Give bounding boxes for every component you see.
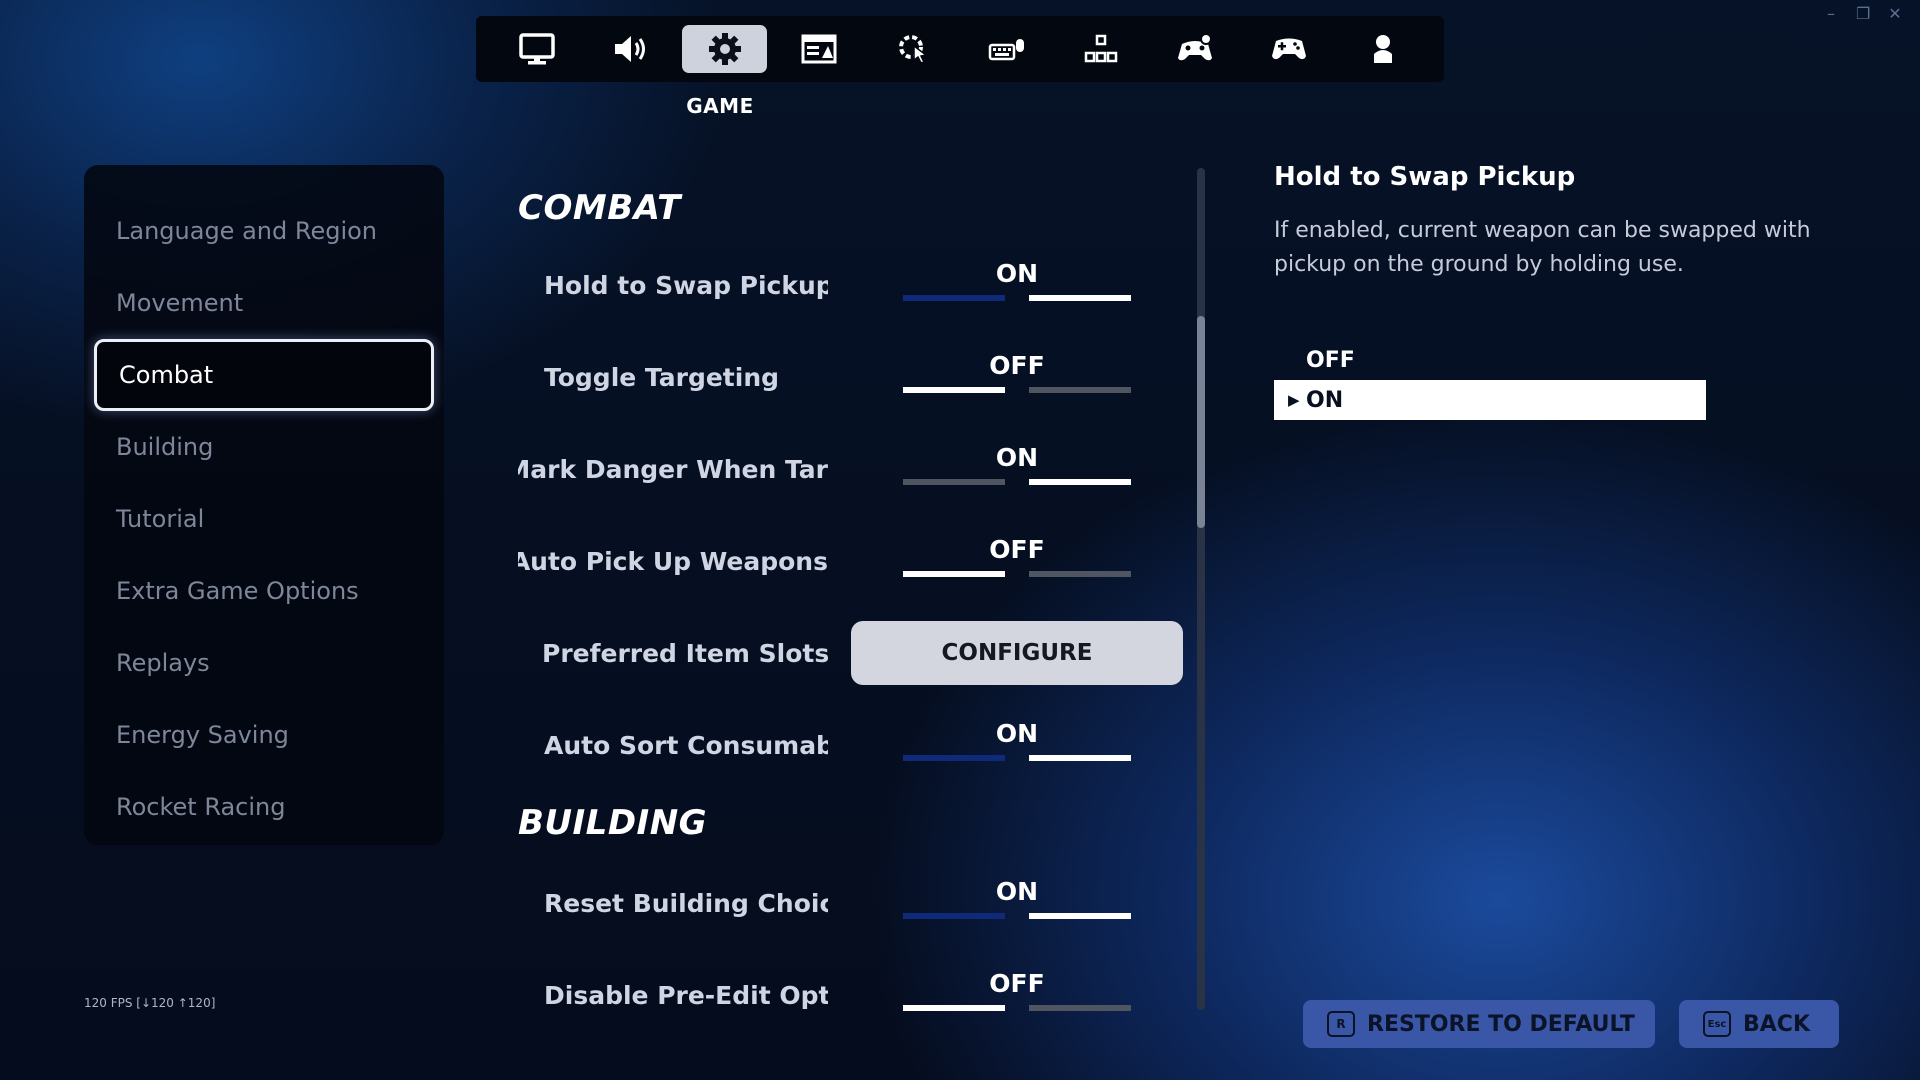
setting-toggle[interactable]: OFF <box>903 533 1131 583</box>
account-icon <box>1374 35 1393 63</box>
setting-toggle[interactable]: OFF <box>903 967 1131 1017</box>
setting-value: ON <box>995 877 1039 906</box>
setting-value: ON <box>995 719 1039 748</box>
setting-value: OFF <box>989 351 1045 380</box>
r-key-icon: R <box>1327 1011 1355 1037</box>
active-tab-caption: GAME <box>686 94 754 118</box>
settings-list: COMBAT Hold to Swap Pickup ON Toggle Tar… <box>518 165 1188 1065</box>
setting-row-disable-pre-edit[interactable]: Disable Pre-Edit Option OFF <box>518 949 1188 1041</box>
sidebar-item-combat[interactable]: Combat <box>94 339 434 411</box>
option-label: OFF <box>1306 347 1355 373</box>
setting-value: OFF <box>989 535 1045 564</box>
minimize-icon[interactable]: – <box>1824 4 1838 23</box>
setting-label: Auto Pick Up Weapons <box>518 546 828 576</box>
setting-value: OFF <box>989 969 1045 998</box>
setting-toggle[interactable]: ON <box>903 257 1131 307</box>
toggle-bars <box>903 387 1131 393</box>
selected-arrow-icon: ▶ <box>1288 391 1300 409</box>
toggle-bars <box>903 295 1131 301</box>
setting-detail-pane: Hold to Swap Pickup If enabled, current … <box>1274 162 1834 420</box>
top-nav <box>476 16 1444 82</box>
option-label: ON <box>1306 387 1344 413</box>
toggle-bars <box>903 479 1131 485</box>
keys-layout-icon <box>1084 34 1118 63</box>
setting-toggle[interactable]: ON <box>903 441 1131 491</box>
detail-description: If enabled, current weapon can be swappe… <box>1274 218 1811 277</box>
setting-toggle[interactable]: ON <box>903 875 1131 925</box>
restore-default-button[interactable]: R RESTORE TO DEFAULT <box>1303 1000 1655 1048</box>
sidebar-item-rocket-racing[interactable]: Rocket Racing <box>84 771 444 843</box>
controller-icon <box>1272 38 1307 60</box>
option-on[interactable]: ▶ ON <box>1274 380 1706 420</box>
setting-row-reset-building-choice[interactable]: Reset Building Choice ON <box>518 857 1188 949</box>
setting-label: Auto Sort Consumables <box>544 730 828 760</box>
tab-controller[interactable] <box>1247 25 1332 73</box>
esc-key-icon: Esc <box>1703 1011 1731 1037</box>
sidebar-item-building[interactable]: Building <box>84 411 444 483</box>
gear-icon <box>708 33 741 65</box>
setting-label: Preferred Item Slots <box>542 638 828 668</box>
setting-value: ON <box>995 259 1039 288</box>
sidebar-item-energy-saving[interactable]: Energy Saving <box>84 699 444 771</box>
restore-default-label: RESTORE TO DEFAULT <box>1367 1011 1635 1037</box>
setting-toggle[interactable]: ON <box>903 717 1131 767</box>
window-controls: – ❐ ✕ <box>1824 4 1902 23</box>
tab-touch[interactable] <box>870 25 955 73</box>
monitor-icon <box>518 33 555 65</box>
toggle-bars <box>903 571 1131 577</box>
setting-row-preferred-item-slots: Preferred Item Slots CONFIGURE <box>518 607 1188 699</box>
toggle-bars <box>903 1005 1131 1011</box>
setting-row-auto-sort-consumables[interactable]: Auto Sort Consumables ON <box>518 699 1188 791</box>
setting-row-toggle-targeting[interactable]: Toggle Targeting OFF <box>518 331 1188 423</box>
setting-row-auto-pick-up-weapons[interactable]: Auto Pick Up Weapons OFF <box>518 515 1188 607</box>
setting-row-hold-to-swap-pickup[interactable]: Hold to Swap Pickup ON <box>518 239 1188 331</box>
touch-gear-icon <box>898 35 928 64</box>
section-title-building: BUILDING <box>518 803 708 843</box>
tab-ui[interactable] <box>776 25 861 73</box>
setting-label: Disable Pre-Edit Option <box>544 980 828 1010</box>
sidebar-item-language-region[interactable]: Language and Region <box>84 195 444 267</box>
tab-game[interactable] <box>682 25 768 73</box>
toggle-bars <box>903 755 1131 761</box>
tab-video[interactable] <box>494 25 579 73</box>
tab-controls-layout[interactable] <box>1059 25 1144 73</box>
setting-toggle[interactable]: OFF <box>903 349 1131 399</box>
keyboard-mouse-icon <box>988 39 1025 61</box>
setting-label: Mark Danger When Tar <box>518 454 828 484</box>
tab-keyboard-mouse[interactable] <box>964 25 1049 73</box>
setting-row-mark-danger[interactable]: Mark Danger When Tar ON <box>518 423 1188 515</box>
settings-sidebar: Language and Region Movement Combat Buil… <box>84 165 444 845</box>
setting-value: ON <box>995 443 1039 472</box>
tab-account[interactable] <box>1341 25 1426 73</box>
tab-controller-settings[interactable] <box>1153 25 1238 73</box>
back-button[interactable]: Esc BACK <box>1679 1000 1839 1048</box>
detail-options: OFF ▶ ON <box>1274 340 1706 420</box>
configure-button[interactable]: CONFIGURE <box>851 621 1183 685</box>
settings-scrollbar[interactable] <box>1197 168 1205 1010</box>
controller-gear-icon <box>1178 33 1213 61</box>
close-icon[interactable]: ✕ <box>1888 4 1902 23</box>
scrollbar-thumb[interactable] <box>1197 316 1205 528</box>
setting-label: Reset Building Choice <box>544 888 828 918</box>
toggle-bars <box>903 913 1131 919</box>
sidebar-item-extra-game-options[interactable]: Extra Game Options <box>84 555 444 627</box>
sidebar-item-replays[interactable]: Replays <box>84 627 444 699</box>
fps-counter: 120 FPS [↓120 ↑120] <box>84 996 216 1010</box>
detail-title: Hold to Swap Pickup <box>1274 162 1576 192</box>
option-off[interactable]: OFF <box>1274 340 1706 380</box>
section-title-combat: COMBAT <box>518 188 681 228</box>
speaker-icon <box>614 36 645 62</box>
ui-layout-icon <box>801 34 837 64</box>
tab-audio[interactable] <box>588 25 673 73</box>
setting-label: Hold to Swap Pickup <box>544 270 828 300</box>
restore-icon[interactable]: ❐ <box>1856 4 1870 23</box>
sidebar-item-tutorial[interactable]: Tutorial <box>84 483 444 555</box>
sidebar-item-movement[interactable]: Movement <box>84 267 444 339</box>
setting-label: Toggle Targeting <box>544 362 780 392</box>
back-label: BACK <box>1743 1011 1810 1037</box>
